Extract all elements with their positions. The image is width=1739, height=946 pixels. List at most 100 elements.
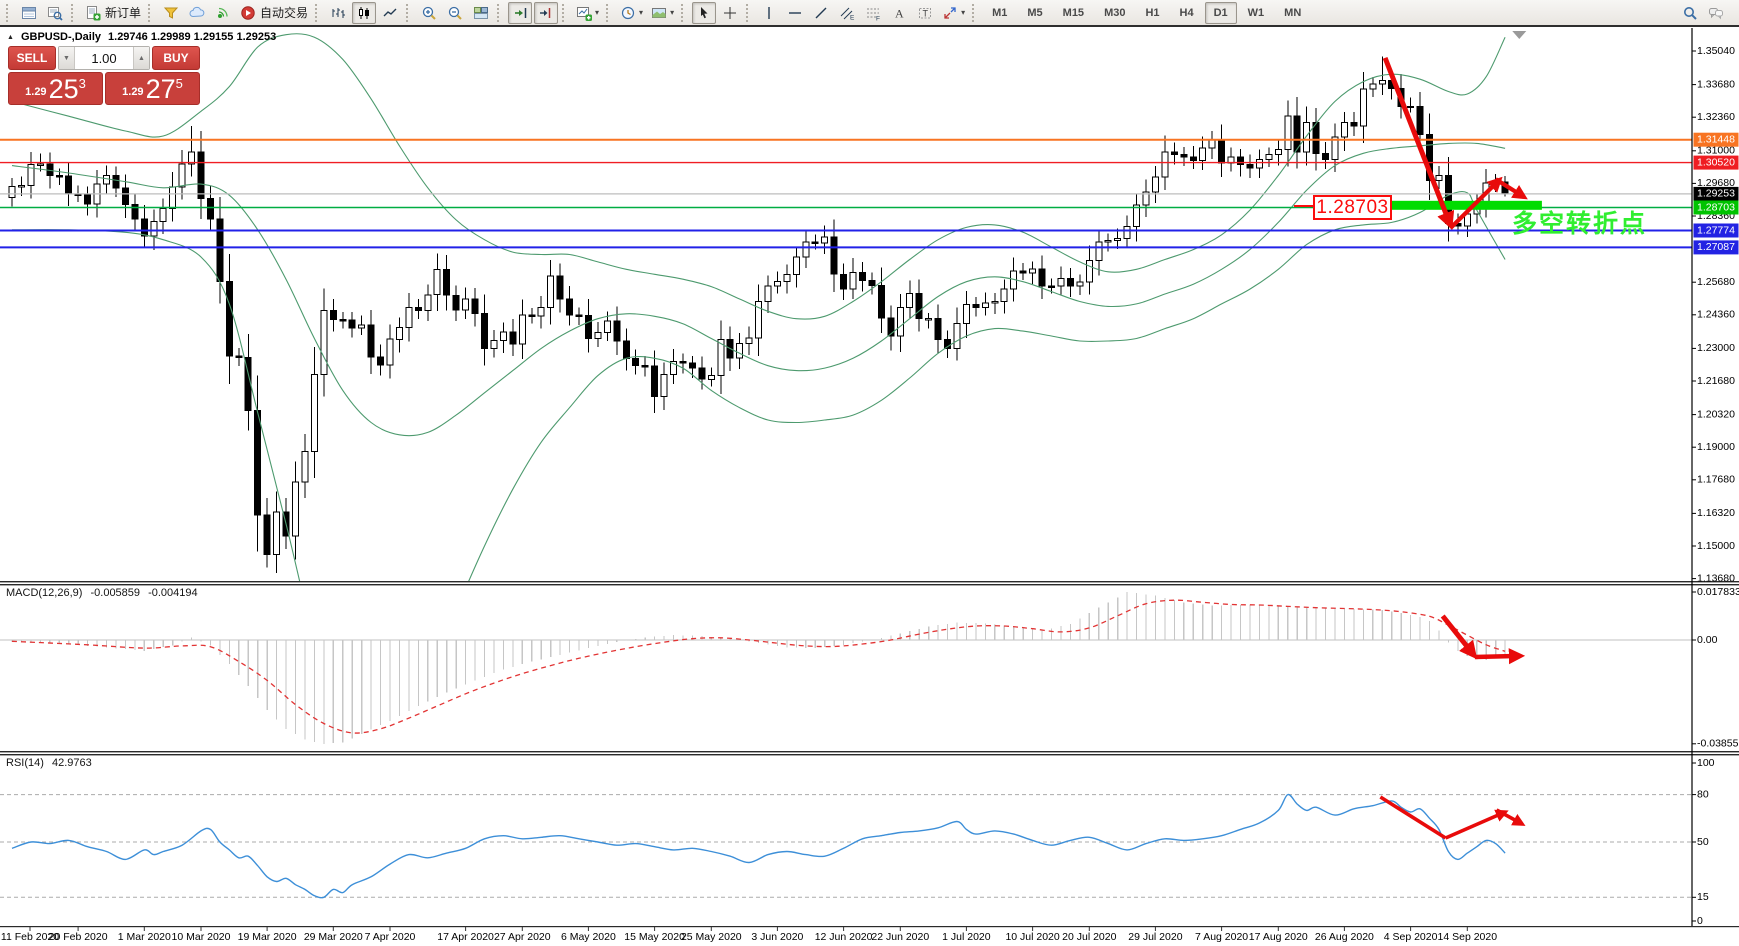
candle-body[interactable] bbox=[367, 324, 375, 358]
candle-body[interactable] bbox=[65, 175, 73, 195]
toolbar-drag-handle[interactable] bbox=[406, 3, 411, 22]
channel-tool-button[interactable]: E bbox=[835, 2, 859, 24]
trendline-tool-button[interactable] bbox=[809, 2, 833, 24]
candle-body[interactable] bbox=[773, 281, 781, 287]
time-axis[interactable]: 11 Feb 202020 Feb 2020 1 Mar 2020 10 Mar 2… bbox=[1, 927, 1497, 943]
candle-body[interactable] bbox=[1066, 278, 1074, 287]
candle-body[interactable] bbox=[1378, 79, 1386, 85]
pane-separator[interactable] bbox=[0, 754, 1739, 756]
candle-body[interactable] bbox=[1340, 121, 1348, 138]
candle-body[interactable] bbox=[707, 375, 715, 380]
chat-button[interactable] bbox=[1704, 2, 1728, 24]
candlestick-mode-button[interactable] bbox=[352, 1, 377, 24]
candle-body[interactable] bbox=[1416, 105, 1424, 136]
candle-body[interactable] bbox=[1435, 175, 1443, 181]
pane-separator[interactable] bbox=[0, 751, 1739, 753]
candle-body[interactable] bbox=[178, 163, 186, 188]
candle-body[interactable] bbox=[443, 268, 451, 296]
candle-body[interactable] bbox=[934, 318, 942, 341]
candle-body[interactable] bbox=[915, 292, 923, 320]
candle-body[interactable] bbox=[991, 301, 999, 304]
candle-body[interactable] bbox=[1161, 151, 1169, 178]
templates-caret-icon[interactable]: ▾ bbox=[670, 8, 674, 17]
candle-body[interactable] bbox=[452, 294, 460, 311]
tf-m1-button[interactable]: M1 bbox=[983, 2, 1016, 24]
zoom-in-button[interactable] bbox=[417, 2, 441, 24]
candle-body[interactable] bbox=[877, 284, 885, 319]
candle-body[interactable] bbox=[310, 373, 318, 452]
toolbar-drag-handle[interactable] bbox=[71, 3, 76, 22]
candle-body[interactable] bbox=[386, 338, 394, 366]
rsi-trend-arrow[interactable] bbox=[1379, 795, 1447, 840]
candle-body[interactable] bbox=[896, 307, 904, 337]
buy-button[interactable]: BUY bbox=[152, 46, 200, 70]
zoom-out-button[interactable] bbox=[443, 2, 467, 24]
candle-body[interactable] bbox=[112, 175, 120, 189]
line-chart-mode-button[interactable] bbox=[378, 2, 402, 24]
candle-body[interactable] bbox=[859, 271, 866, 281]
candle-body[interactable] bbox=[821, 236, 829, 244]
candle-body[interactable] bbox=[688, 362, 696, 369]
candle-body[interactable] bbox=[679, 361, 687, 364]
candle-body[interactable] bbox=[1095, 241, 1103, 262]
candle-body[interactable] bbox=[131, 204, 139, 220]
price-axis[interactable]: 1.350401.336801.323601.310001.296801.283… bbox=[1692, 45, 1739, 927]
tf-h1-button[interactable]: H1 bbox=[1136, 2, 1168, 24]
toolbar-drag-handle[interactable] bbox=[746, 3, 751, 22]
volume-down-button[interactable]: ▼ bbox=[59, 47, 75, 69]
search-button[interactable] bbox=[1678, 2, 1702, 24]
sell-price[interactable]: 1.29 25 3 bbox=[8, 72, 103, 105]
tile-windows-button[interactable] bbox=[469, 2, 493, 24]
candle-body[interactable] bbox=[1151, 176, 1159, 193]
candle-body[interactable] bbox=[499, 331, 507, 341]
candle-body[interactable] bbox=[273, 511, 281, 555]
candle-body[interactable] bbox=[206, 198, 214, 220]
arrows-tool-button[interactable]: ▾ bbox=[939, 2, 968, 24]
candle-body[interactable] bbox=[150, 221, 158, 237]
auto-trading-button[interactable]: 自动交易 bbox=[237, 2, 311, 24]
candle-body[interactable] bbox=[1255, 158, 1263, 169]
tf-w1-button[interactable]: W1 bbox=[1239, 2, 1274, 24]
candle-body[interactable] bbox=[802, 241, 810, 258]
candle-body[interactable] bbox=[225, 281, 233, 357]
candle-body[interactable] bbox=[1274, 149, 1282, 156]
tf-h4-button[interactable]: H4 bbox=[1171, 2, 1203, 24]
candle-body[interactable] bbox=[840, 273, 848, 290]
candle-body[interactable] bbox=[972, 303, 980, 308]
charts-window-button[interactable] bbox=[17, 2, 41, 24]
candle-body[interactable] bbox=[528, 314, 536, 317]
toolbar-drag-handle[interactable] bbox=[562, 3, 567, 22]
candle-body[interactable] bbox=[490, 340, 498, 349]
volume-up-button[interactable]: ▲ bbox=[133, 47, 149, 69]
candle-body[interactable] bbox=[556, 275, 564, 300]
tf-d1-button[interactable]: D1 bbox=[1204, 1, 1237, 24]
candle-body[interactable] bbox=[1303, 121, 1311, 153]
new-chart-button[interactable]: ▾ bbox=[573, 2, 602, 24]
toolbar-drag-handle[interactable] bbox=[497, 3, 502, 22]
candle-body[interactable] bbox=[433, 268, 441, 296]
rsi-trend-arrow[interactable] bbox=[1444, 809, 1509, 840]
candle-body[interactable] bbox=[698, 367, 706, 380]
candle-body[interactable] bbox=[1208, 139, 1216, 149]
candle-body[interactable] bbox=[1180, 154, 1188, 158]
candle-body[interactable] bbox=[377, 356, 384, 366]
candle-body[interactable] bbox=[1322, 152, 1329, 161]
new-order-button[interactable]: 新订单 bbox=[82, 2, 144, 24]
candle-body[interactable] bbox=[254, 409, 262, 516]
toolbar-drag-handle[interactable] bbox=[6, 3, 11, 22]
arrows-tool-caret-icon[interactable]: ▾ bbox=[961, 8, 965, 17]
candle-body[interactable] bbox=[263, 514, 271, 555]
candle-body[interactable] bbox=[405, 307, 413, 328]
candle-body[interactable] bbox=[584, 314, 592, 339]
candle-body[interactable] bbox=[575, 314, 583, 317]
candle-body[interactable] bbox=[1246, 163, 1254, 169]
collapse-icon[interactable]: ▲ bbox=[7, 34, 14, 41]
candle-body[interactable] bbox=[981, 302, 989, 308]
templates-button[interactable]: ▾ bbox=[648, 2, 677, 24]
candle-body[interactable] bbox=[603, 320, 611, 333]
candle-body[interactable] bbox=[651, 365, 659, 398]
candle-body[interactable] bbox=[613, 320, 621, 342]
candle-body[interactable] bbox=[641, 365, 649, 368]
candle-body[interactable] bbox=[329, 310, 337, 321]
candle-body[interactable] bbox=[1038, 268, 1046, 287]
